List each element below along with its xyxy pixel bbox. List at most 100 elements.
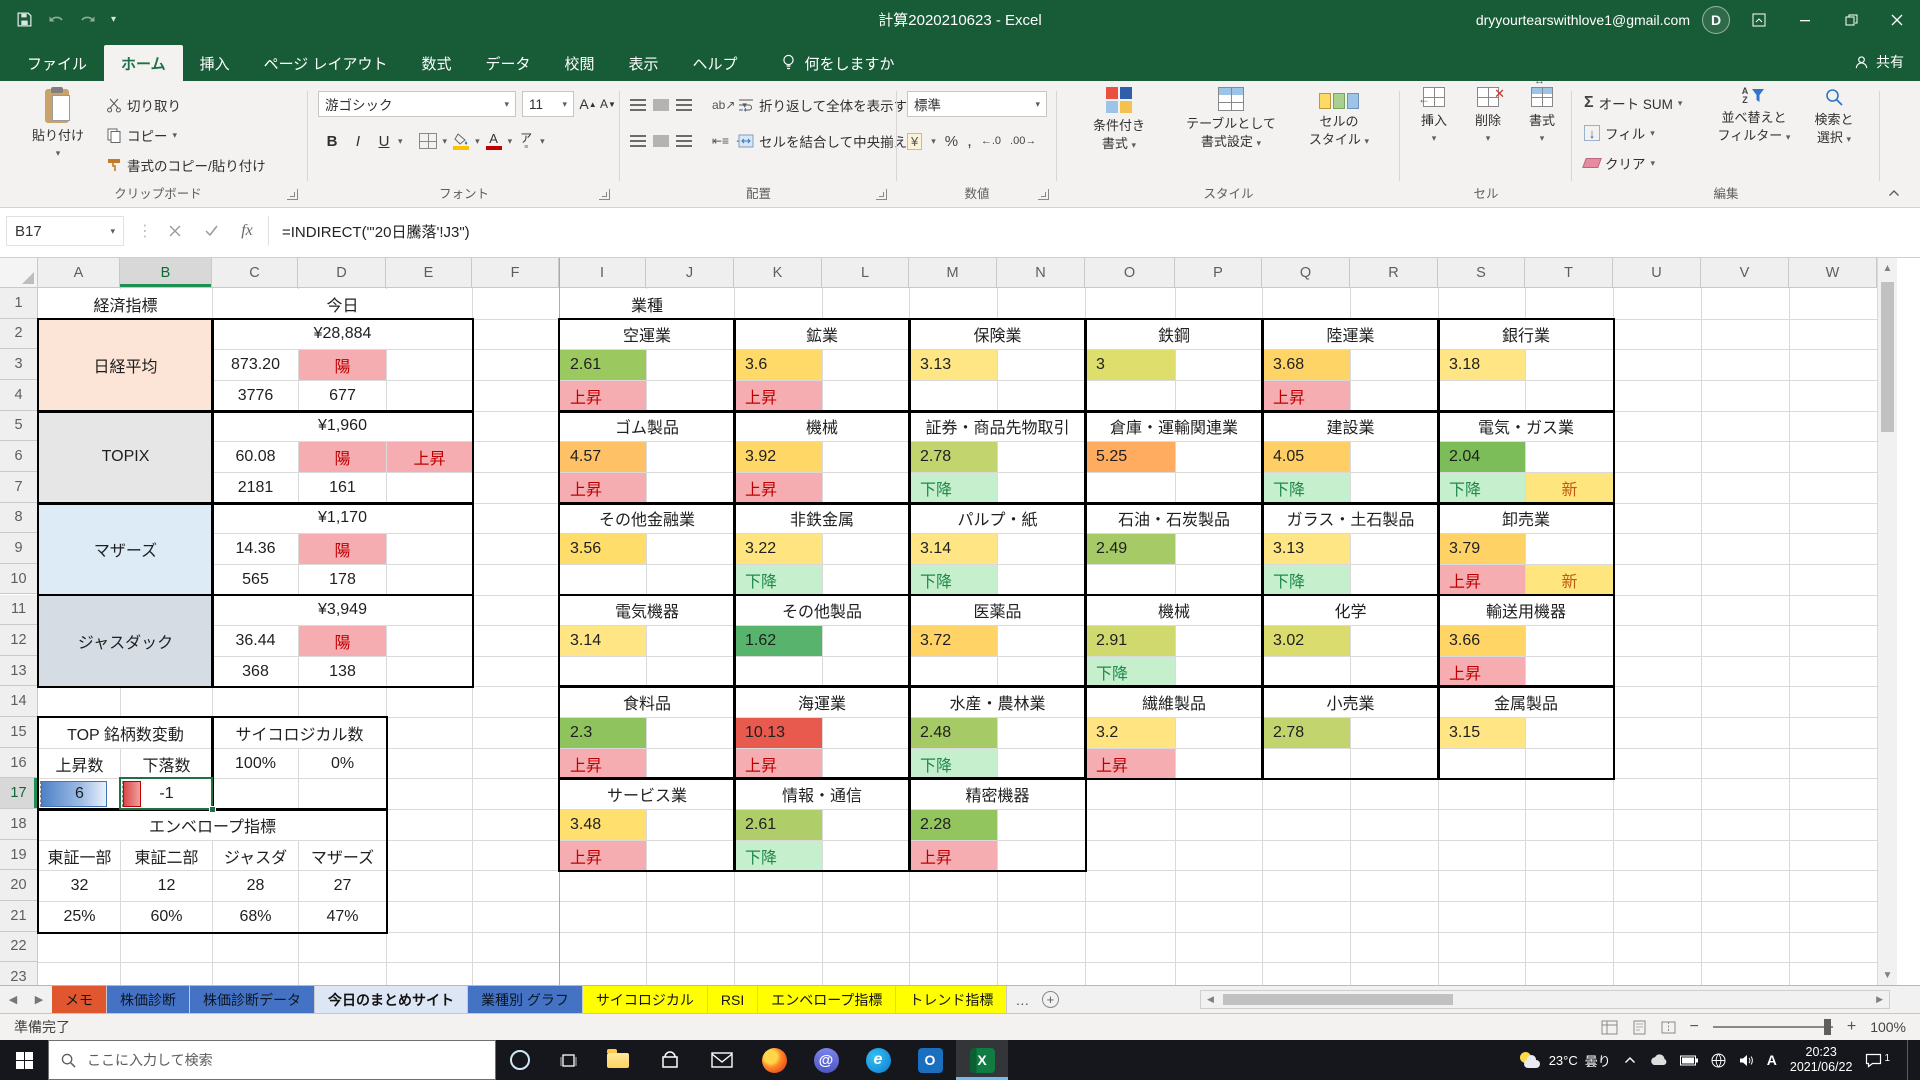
taskbar-app-edge[interactable]: e (852, 1040, 904, 1080)
clock[interactable]: 20:232021/06/22 (1790, 1045, 1853, 1075)
column-header-T[interactable]: T (1525, 258, 1613, 288)
industry-name-食料品[interactable]: 食料品 (560, 687, 734, 717)
align-left-icon[interactable] (630, 135, 646, 147)
restore-icon[interactable] (1828, 0, 1874, 39)
name-box-dropdown-icon[interactable]: ▾ (110, 226, 115, 237)
volume-icon[interactable] (1739, 1054, 1754, 1067)
number-format-select[interactable]: 標準▾ (907, 91, 1047, 117)
industry-value-その他金融業[interactable]: 3.56 (560, 534, 646, 564)
cell-A2[interactable]: 日経平均 (39, 320, 212, 411)
decrease-font-icon[interactable]: A▼ (598, 93, 618, 115)
industry-name-情報・通信[interactable]: 情報・通信 (735, 779, 909, 809)
industry-trend-サービス業[interactable]: 上昇 (560, 841, 646, 871)
industry-value-石油・石炭製品[interactable]: 2.49 (1086, 534, 1175, 564)
ime-mode[interactable]: A (1767, 1052, 1777, 1068)
borders-icon[interactable] (415, 129, 441, 153)
industry-name-ガラス・土石製品[interactable]: ガラス・土石製品 (1263, 504, 1438, 534)
cell-C4[interactable]: 3776 (213, 381, 298, 411)
industry-value-海運業[interactable]: 10.13 (735, 718, 822, 748)
industry-name-繊維製品[interactable]: 繊維製品 (1086, 687, 1262, 717)
cell-I1[interactable]: 業種 (560, 289, 734, 319)
industry-name-鉱業[interactable]: 鉱業 (735, 320, 909, 350)
show-hidden-icons-chevron[interactable] (1624, 1056, 1636, 1064)
industry-value-水産・農林業[interactable]: 2.48 (910, 718, 997, 748)
menu-tab-表示[interactable]: 表示 (612, 45, 676, 81)
cell-B19[interactable]: 東証二部 (121, 841, 212, 871)
cell-D19[interactable]: マザーズ (299, 841, 386, 871)
sheet-tab-株価診断データ[interactable]: 株価診断データ (190, 986, 315, 1013)
taskbar-app-outlook[interactable]: O (904, 1040, 956, 1080)
industry-name-機械[interactable]: 機械 (1086, 596, 1262, 626)
column-header-C[interactable]: C (212, 258, 298, 288)
cell-C11[interactable]: ¥3,949 (213, 596, 472, 626)
industry-name-化学[interactable]: 化学 (1263, 596, 1438, 626)
page-layout-view-icon[interactable] (1632, 1020, 1647, 1035)
dialog-launcher-icon[interactable] (876, 189, 887, 200)
cell-C2[interactable]: ¥28,884 (213, 320, 472, 350)
industry-value-機械[interactable]: 2.91 (1086, 626, 1175, 656)
action-center-icon[interactable]: 1 (1865, 1053, 1890, 1068)
industry-value-食料品[interactable]: 2.3 (560, 718, 646, 748)
cell-A5[interactable]: TOPIX (39, 412, 212, 503)
industry-value-証券・商品先物取引[interactable]: 2.78 (910, 442, 997, 472)
share-button[interactable]: 共有 (1854, 52, 1904, 72)
font-color-dropdown-icon[interactable]: ▾ (508, 136, 513, 147)
industry-name-金属製品[interactable]: 金属製品 (1439, 687, 1613, 717)
sheet-tab-業種別 グラフ[interactable]: 業種別 グラフ (468, 986, 583, 1013)
weather-widget[interactable]: 23°C曇り (1520, 1051, 1611, 1070)
conditional-formatting-button[interactable]: 条件付き 書式 ▾ (1069, 87, 1169, 153)
column-header-O[interactable]: O (1085, 258, 1175, 288)
industry-trend-精密機器[interactable]: 上昇 (910, 841, 997, 871)
industry-name-小売業[interactable]: 小売業 (1263, 687, 1438, 717)
industry-trend-卸売業[interactable]: 上昇 (1439, 565, 1525, 595)
industry-trend-空運業[interactable]: 上昇 (560, 381, 646, 411)
industry-trend-輸送用機器[interactable]: 上昇 (1439, 657, 1525, 687)
industry-value-小売業[interactable]: 2.78 (1263, 718, 1350, 748)
cell-styles-button[interactable]: セルの スタイル ▾ (1293, 87, 1385, 149)
industry-trend-非鉄金属[interactable]: 下降 (735, 565, 822, 595)
industry-trend-水産・農林業[interactable]: 下降 (910, 749, 997, 779)
industry-trend-食料品[interactable]: 上昇 (560, 749, 646, 779)
cell-D21[interactable]: 47% (299, 902, 386, 932)
industry-value-鉱業[interactable]: 3.6 (735, 350, 822, 380)
industry-value-機械[interactable]: 3.92 (735, 442, 822, 472)
cell-C6[interactable]: 60.08 (213, 442, 298, 472)
column-header-K[interactable]: K (734, 258, 822, 288)
fill-color-dropdown-icon[interactable]: ▾ (475, 136, 480, 147)
industry-value-ゴム製品[interactable]: 4.57 (560, 442, 646, 472)
cut-button[interactable]: 切り取り (106, 93, 181, 117)
industry-name-その他金融業[interactable]: その他金融業 (560, 504, 734, 534)
industry-value-保険業[interactable]: 3.13 (910, 350, 997, 380)
industry-trend-証券・商品先物取引[interactable]: 下降 (910, 473, 997, 503)
industry-value-電気・ガス業[interactable]: 2.04 (1439, 442, 1525, 472)
industry-name-ゴム製品[interactable]: ゴム製品 (560, 412, 734, 442)
save-icon[interactable] (16, 11, 33, 28)
cell-D12[interactable]: 陽 (299, 626, 386, 656)
cell-D10[interactable]: 178 (299, 565, 386, 595)
column-header-Q[interactable]: Q (1262, 258, 1350, 288)
zoom-out-icon[interactable]: − (1690, 1018, 1699, 1036)
menu-tab-データ[interactable]: データ (468, 45, 547, 81)
row-header-20[interactable]: 20 (0, 870, 38, 901)
row-header-22[interactable]: 22 (0, 932, 38, 963)
industry-name-銀行業[interactable]: 銀行業 (1439, 320, 1613, 350)
cell-B16[interactable]: 下落数 (121, 749, 212, 779)
cell-B21[interactable]: 60% (121, 902, 212, 932)
cell-D3[interactable]: 陽 (299, 350, 386, 380)
row-header-10[interactable]: 10 (0, 564, 38, 595)
industry-trend-繊維製品[interactable]: 上昇 (1086, 749, 1175, 779)
align-center-icon[interactable] (653, 135, 669, 147)
paste-button[interactable]: 貼り付け ▾ (22, 87, 94, 161)
cell-C21[interactable]: 68% (213, 902, 298, 932)
industry-value-精密機器[interactable]: 2.28 (910, 810, 997, 840)
sheet-tab-株価診断[interactable]: 株価診断 (107, 986, 190, 1013)
industry-trend-海運業[interactable]: 上昇 (735, 749, 822, 779)
phonetic-dropdown-icon[interactable]: ▾ (540, 136, 545, 147)
font-color-icon[interactable]: A (482, 129, 506, 153)
industry-name-その他製品[interactable]: その他製品 (735, 596, 909, 626)
align-middle-icon[interactable] (653, 99, 669, 111)
column-header-S[interactable]: S (1438, 258, 1525, 288)
zoom-in-icon[interactable]: + (1847, 1018, 1856, 1036)
industry-value-倉庫・運輸関連業[interactable]: 5.25 (1086, 442, 1175, 472)
horizontal-scrollbar[interactable]: ◀ ▶ (1200, 990, 1890, 1009)
